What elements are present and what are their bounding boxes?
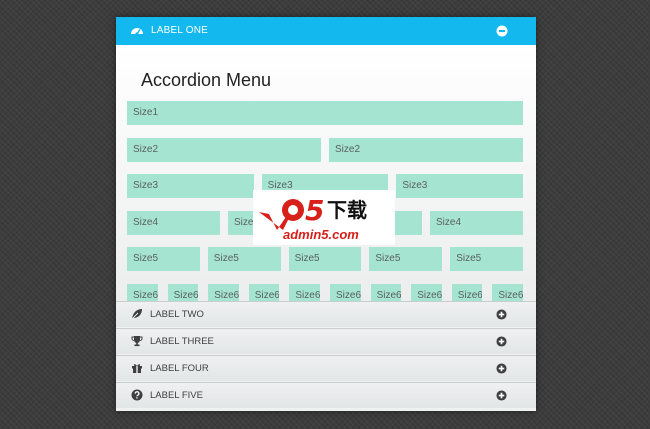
content-title: Accordion Menu: [141, 70, 272, 90]
size-tile-size2: Size2: [127, 137, 321, 162]
size-tile-size4: Size4: [430, 210, 523, 235]
size-tile-size3: Size3: [396, 174, 523, 198]
size-tile-size5: Size5: [369, 247, 443, 271]
plus-circle-icon[interactable]: [496, 336, 507, 347]
plus-circle-icon[interactable]: [496, 363, 507, 374]
panel-header-two[interactable]: LABEL TWO: [116, 301, 536, 327]
leaf-icon: [131, 309, 142, 320]
panel-header-three[interactable]: LABEL THREE: [116, 328, 536, 354]
panel-label-two: LABEL TWO: [150, 309, 204, 320]
size-tile-size4: Size4: [127, 210, 220, 235]
size-tile-size5: Size5: [207, 247, 281, 271]
gift-icon: [132, 364, 142, 373]
svg-text:下载: 下载: [327, 198, 367, 222]
panel-label-one: LABEL ONE: [151, 25, 209, 36]
panel-header-four[interactable]: LABEL FOUR: [116, 355, 536, 381]
plus-circle-icon[interactable]: [496, 309, 507, 320]
plus-circle-icon[interactable]: [496, 390, 507, 401]
question-circle-icon: [131, 389, 143, 401]
watermark-logo: 5 下载 admin5.com: [253, 190, 395, 245]
minus-circle-icon[interactable]: [496, 25, 508, 37]
size-tile-size1: Size1: [127, 101, 523, 125]
size-tile-size2: Size2: [329, 137, 523, 162]
svg-text:5: 5: [305, 194, 324, 227]
panel-header-one[interactable]: LABEL ONE: [116, 17, 536, 45]
size-tile-size5: Size5: [127, 247, 200, 271]
panel-label-five: LABEL FIVE: [150, 390, 203, 401]
watermark-site: admin5.com: [283, 227, 359, 242]
panel-header-five[interactable]: LABEL FIVE: [116, 382, 536, 408]
panel-label-four: LABEL FOUR: [150, 363, 209, 374]
panel-label-three: LABEL THREE: [150, 336, 214, 347]
trophy-icon: [131, 336, 143, 347]
dashboard-icon: [131, 28, 143, 36]
size-tile-size5: Size5: [288, 247, 362, 271]
panel-content-one: Accordion Menu Size1 Size2 Size2 Size3 Size3…: [116, 45, 536, 308]
size-tile-size3: Size3: [127, 174, 254, 198]
size-tile-size5: Size5: [450, 247, 523, 271]
